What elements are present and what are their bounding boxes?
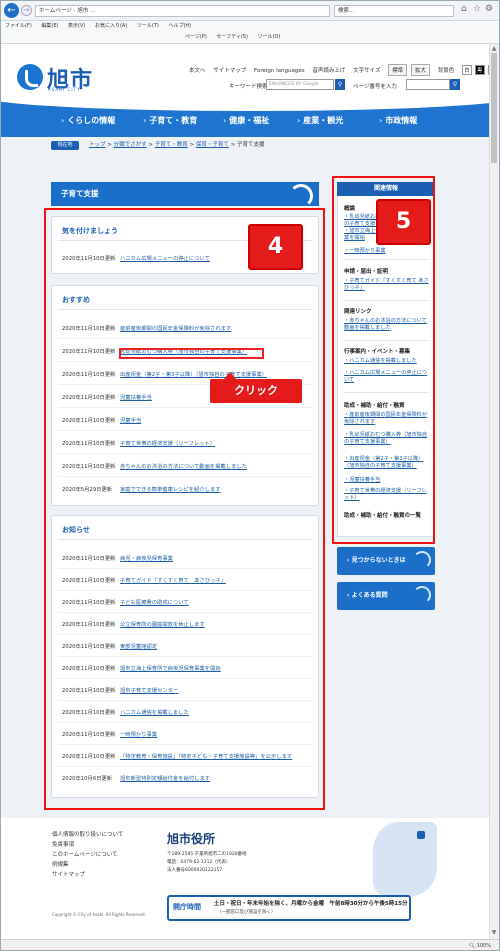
- city-logo-icon[interactable]: [17, 64, 43, 90]
- page-number-label: ページ番号を入力: [353, 84, 397, 90]
- chevron-right-icon: ›: [297, 116, 301, 125]
- bg-black-button[interactable]: 黒: [474, 65, 485, 75]
- back-button[interactable]: ←: [4, 3, 19, 18]
- bg-color-label: 背景色: [437, 68, 455, 74]
- vertical-scrollbar[interactable]: [489, 44, 499, 939]
- keyword-search-label: キーワード検索: [229, 84, 268, 90]
- page-viewport: 旭市 ASAHI CITY 本文へ サイトマップ Foreign languag…: [1, 44, 489, 939]
- menu-help[interactable]: ヘルプ(H): [168, 23, 191, 29]
- wave-decoration-icon: [289, 184, 313, 206]
- wave-decoration-icon: [413, 551, 431, 569]
- breadcrumb-top[interactable]: トップ: [89, 142, 106, 148]
- zoom-icon[interactable]: 🔍︎: [469, 943, 477, 949]
- nav-living[interactable]: › くらしの情報: [61, 115, 115, 126]
- foreign-languages-link[interactable]: Foreign languages: [254, 68, 305, 74]
- search-icon: ⚲: [452, 81, 458, 88]
- browser-search-input[interactable]: 検索...: [334, 5, 454, 17]
- nav-cityinfo[interactable]: › 市政情報: [379, 115, 417, 126]
- footer-link-sitemap[interactable]: サイトマップ: [52, 870, 85, 878]
- click-callout: クリック: [210, 372, 302, 403]
- skip-to-content-link[interactable]: 本文へ: [189, 68, 206, 74]
- search-icon: ⚲: [337, 81, 343, 88]
- browser-window: ← → ホームページ - 旭市 ... 検索... ⌂ ☆ ⚙ ファイル(F) …: [0, 0, 500, 951]
- city-office-name: 旭市役所: [167, 832, 216, 846]
- cmd-safety[interactable]: セーフティ(S): [216, 34, 247, 40]
- page-number-button[interactable]: ⚲: [450, 79, 460, 90]
- office-tel: 電話：0479-62-1212（代表）: [167, 860, 231, 865]
- click-highlight-box: [119, 348, 264, 359]
- page-title: 子育て支援: [51, 182, 319, 206]
- cmd-tools[interactable]: ツール(O): [258, 34, 281, 40]
- keyword-search-input[interactable]: ENHANCED BY Google: [266, 79, 334, 90]
- global-nav: › くらしの情報 › 子育て・教育 › 健康・福祉 › 産業・観光 › 市政情報: [1, 99, 489, 137]
- annotation-badge-5: 5: [376, 199, 431, 245]
- annotation-badge-4: 4: [248, 224, 303, 270]
- utility-links: 本文へ サイトマップ Foreign languages 音声読み上げ 文字サイ…: [189, 64, 489, 76]
- copyright: Copyright © City of Asahi. All Rights Re…: [52, 912, 146, 917]
- scroll-up-icon[interactable]: ▲: [490, 45, 498, 52]
- menu-view[interactable]: 表示(V): [68, 23, 85, 29]
- breadcrumb-path: トップ > 分類でさがす > 子育て・教育 > 保育・子育て > 子育て支援: [89, 142, 265, 148]
- read-aloud-link[interactable]: 音声読み上げ: [312, 68, 345, 74]
- home-icon[interactable]: ⌂: [461, 4, 467, 14]
- page-number-input[interactable]: [406, 79, 450, 90]
- address-bar[interactable]: ホームページ - 旭市 ...: [35, 5, 330, 17]
- office-hours-text: 土日・祝日・年末年始を除く、月曜から金曜 午前8時30分から午後5時15分: [214, 901, 408, 907]
- footer-link-privacy[interactable]: 個人情報の取り扱いについて: [52, 830, 123, 838]
- forward-button[interactable]: →: [21, 5, 32, 16]
- zoom-level[interactable]: 100%: [477, 943, 491, 949]
- nav-childcare[interactable]: › 子育て・教育: [143, 115, 197, 126]
- breadcrumb-current: 子育て支援: [237, 142, 265, 148]
- office-hours-note: （一部窓口及び施設を除く）: [217, 910, 276, 915]
- chevron-right-icon: ›: [379, 116, 383, 125]
- text-size-standard-button[interactable]: 標準: [388, 64, 408, 76]
- city-location-marker: [417, 831, 425, 839]
- faq-button[interactable]: › よくある質問: [337, 582, 435, 610]
- settings-gear-icon[interactable]: ⚙: [485, 4, 493, 14]
- sitemap-link[interactable]: サイトマップ: [213, 68, 246, 74]
- bg-white-button[interactable]: 白: [462, 65, 473, 75]
- browser-toolbar: ← → ホームページ - 旭市 ... 検索... ⌂ ☆ ⚙: [1, 1, 499, 21]
- menu-tools[interactable]: ツール(T): [137, 23, 159, 29]
- chevron-right-icon: ›: [143, 116, 147, 125]
- nav-wave-decoration: [1, 99, 489, 111]
- breadcrumb-nursery[interactable]: 保育・子育て: [196, 142, 229, 148]
- favorites-star-icon[interactable]: ☆: [473, 4, 481, 14]
- footer-link-disclaimer[interactable]: 免責事項: [52, 840, 74, 848]
- text-size-label: 文字サイズ: [353, 68, 381, 74]
- browser-menubar: ファイル(F) 編集(E) 表示(V) お気に入り(A) ツール(T) ヘルプ(…: [1, 21, 499, 31]
- menu-file[interactable]: ファイル(F): [5, 23, 32, 29]
- city-map-image: [373, 822, 437, 896]
- breadcrumb-badge: 現在地: [51, 141, 79, 150]
- chevron-right-icon: ›: [61, 116, 65, 125]
- not-found-button[interactable]: › 見つからないときは: [337, 547, 435, 575]
- cmd-page[interactable]: ページ(P): [185, 34, 207, 40]
- breadcrumb-childcare[interactable]: 子育て・教育: [155, 142, 188, 148]
- menu-edit[interactable]: 編集(E): [41, 23, 58, 29]
- keyword-search-button[interactable]: ⚲: [335, 79, 345, 90]
- footer-link-about[interactable]: このホームページについて: [52, 850, 118, 858]
- wave-decoration-icon: [413, 586, 431, 604]
- nav-industry[interactable]: › 産業・観光: [297, 115, 343, 126]
- site-logo-sub: ASAHI CITY: [48, 87, 81, 92]
- site-header: 旭市 ASAHI CITY 本文へ サイトマップ Foreign languag…: [1, 44, 489, 99]
- browser-command-bar: ページ(P) セーフティ(S) ツール(O): [1, 31, 499, 44]
- office-hours-label: 開庁時間: [173, 903, 201, 911]
- scrollbar-thumb[interactable]: [491, 53, 497, 163]
- text-size-large-button[interactable]: 拡大: [411, 64, 431, 76]
- annotation-box-4: [44, 208, 325, 810]
- nav-health[interactable]: › 健康・福祉: [223, 115, 269, 126]
- status-bar: 🔍︎ 100%: [1, 939, 499, 950]
- office-address: 〒289-2595 千葉県旭市二の1920番地: [167, 852, 247, 857]
- scroll-down-icon[interactable]: ▼: [490, 929, 498, 936]
- breadcrumb-category[interactable]: 分類でさがす: [114, 142, 147, 148]
- menu-favorites[interactable]: お気に入り(A): [95, 23, 127, 29]
- office-corp-number: 法人番号6000020122157: [167, 868, 223, 873]
- footer-link-regulations[interactable]: 例規集: [52, 860, 69, 868]
- chevron-right-icon: ›: [223, 116, 227, 125]
